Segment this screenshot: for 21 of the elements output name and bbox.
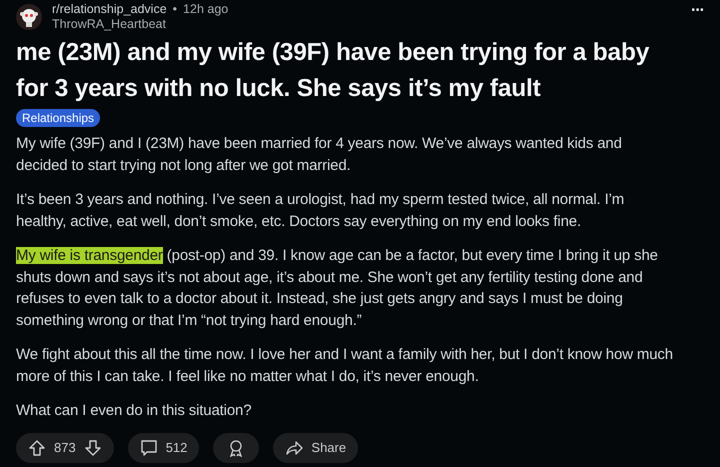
post-paragraph: My wife is transgender (post-op) and 39. I know age can be a factor, but every time I bring it up she shuts down and says it’s not about age, it’s about me. She won’t get any fertility testing done and refuses to even talk to a doctor about it. Instead, she just gets angry and says I must be doing something wrong or that I’m “not trying hard enough.” <box>16 246 659 330</box>
share-arrow-icon <box>285 438 304 456</box>
author-name[interactable]: ThrowRA_Heartbeat <box>52 17 682 31</box>
post-paragraph: We fight about this all the time now. I love her and I want a family with her, but I don’t know how much more of this I can take. I feel like no matter what I do, it’s never enough. <box>16 345 674 386</box>
separator-dot: • <box>172 2 178 16</box>
avatar-icon[interactable] <box>16 4 42 30</box>
post-title: me (23M) and my wife (39F) have been trying for a baby for 3 years with no luck. She says it’s my fault <box>16 38 650 104</box>
subreddit-link[interactable]: r/relationship_advice <box>52 2 167 16</box>
upvote-icon[interactable] <box>28 438 46 456</box>
downvote-icon[interactable] <box>84 438 102 456</box>
share-button[interactable]: Share <box>273 432 358 462</box>
comments-button[interactable]: 512 <box>128 432 200 462</box>
post-paragraph: My wife (39F) and I (23M) have been married for 4 years now. We’ve always wanted kids and decided to start trying not long after we got married. <box>16 134 623 176</box>
vote-count: 873 <box>54 440 76 455</box>
flair-tag[interactable]: Relationships <box>16 109 100 127</box>
speech-bubble-icon <box>140 438 158 456</box>
post-paragraph: It’s been 3 years and nothing. I’ve seen a urologist, had my sperm tested twice, all normal. I’m healthy, active, eat well, don’t smoke, etc. Doctors say everything on my end looks fine. <box>16 190 626 232</box>
award-button[interactable] <box>213 432 260 462</box>
more-options-button[interactable]: ··· <box>691 2 704 20</box>
post-paragraph: What can I even do in this situation? <box>16 401 252 421</box>
post-time: 12h ago <box>183 2 228 16</box>
